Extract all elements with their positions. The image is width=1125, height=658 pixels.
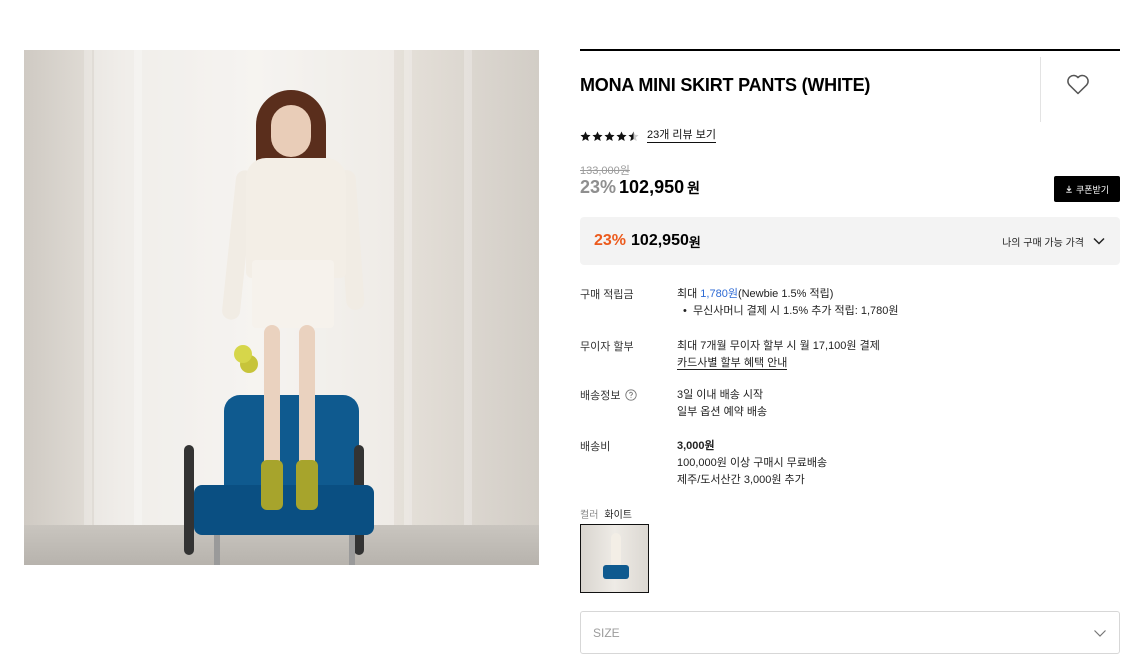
model-skirt xyxy=(252,260,334,328)
discount-rate: 23% xyxy=(580,177,617,197)
shipping-fee-amount: 3,000원 xyxy=(677,440,715,452)
shipping-fee-line: 100,000원 이상 구매시 무료배송 xyxy=(677,457,828,469)
shipping-info-body: 3일 이내 배송 시작 일부 옵션 예약 배송 xyxy=(677,387,767,421)
size-placeholder: SIZE xyxy=(593,625,620,640)
installment-link[interactable]: 카드사별 할부 혜택 안내 xyxy=(677,357,788,370)
chair-back xyxy=(224,395,359,490)
shipping-info-label-wrap: 배송정보 xyxy=(580,387,638,403)
model-leg xyxy=(299,325,315,475)
review-link[interactable]: 23개 리뷰 보기 xyxy=(647,129,716,143)
installment-text: 최대 7개월 무이자 할부 시 월 17,100원 결제 xyxy=(677,340,880,352)
curtain-fold xyxy=(134,50,142,565)
shipping-fee-line: 제주/도서산간 3,000원 추가 xyxy=(677,474,805,486)
wishlist-button[interactable] xyxy=(1066,73,1092,97)
product-main-image xyxy=(24,50,539,565)
model-face xyxy=(271,105,311,157)
shipping-fee-body: 3,000원 100,000원 이상 구매시 무료배송 제주/도서산간 3,00… xyxy=(677,438,827,489)
star-rating xyxy=(580,130,639,142)
chair-arm xyxy=(184,445,194,555)
chevron-down-icon xyxy=(1093,237,1105,245)
chair-leg xyxy=(349,535,355,565)
sale-price-row: 23% 102,950 원 xyxy=(580,177,700,198)
points-label: 구매 적립금 xyxy=(580,289,634,301)
divider xyxy=(1040,57,1041,122)
half-star-icon xyxy=(628,130,639,141)
points-suffix: (Newbie 1.5% 적립) xyxy=(737,288,834,300)
currency-unit: 원 xyxy=(687,180,700,196)
star-icon xyxy=(604,130,615,141)
shipping-info-line: 일부 옵션 예약 배송 xyxy=(677,406,768,418)
curtain-fold xyxy=(464,50,472,565)
size-select[interactable]: SIZE xyxy=(580,611,1120,654)
original-price: 133,000원 xyxy=(580,165,630,177)
currency-unit: 원 xyxy=(688,234,701,250)
shipping-info-line: 3일 이내 배송 시작 xyxy=(677,389,764,401)
installment-body: 최대 7개월 무이자 할부 시 월 17,100원 결제 카드사별 할부 혜택 … xyxy=(677,338,880,372)
model-leg xyxy=(264,325,280,475)
rating-row: 23개 리뷰 보기 xyxy=(580,129,716,143)
heart-icon xyxy=(1067,74,1089,95)
my-price-label: 나의 구매 가능 가격 xyxy=(1002,237,1084,249)
points-amount: 1,780원 xyxy=(700,288,738,300)
question-circle-icon[interactable] xyxy=(625,389,638,401)
star-icon xyxy=(592,130,603,141)
coupon-button[interactable]: 쿠폰받기 xyxy=(1054,176,1120,202)
chair-leg xyxy=(214,535,220,565)
star-icon xyxy=(616,130,627,141)
coupon-button-label: 쿠폰받기 xyxy=(1075,184,1110,195)
curtain-fold xyxy=(84,50,92,565)
thumbnail-chair xyxy=(603,565,629,579)
points-bullet: • 무신사머니 결제 시 1.5% 추가 적립: 1,780원 xyxy=(683,305,899,317)
flower xyxy=(234,345,252,363)
my-price-toggle[interactable]: 23% 102,950 원 나의 구매 가능 가격 xyxy=(580,217,1120,265)
color-row: 컬러 화이트 xyxy=(580,506,632,521)
color-option-thumbnail[interactable] xyxy=(580,524,649,593)
model-sock xyxy=(296,460,318,510)
top-divider xyxy=(580,49,1120,51)
sale-price: 102,950 xyxy=(619,177,685,197)
points-body: 최대 1,780원(Newbie 1.5% 적립) • 무신사머니 결제 시 1… xyxy=(677,286,899,320)
star-icon xyxy=(580,130,591,141)
shipping-info-label: 배송정보 xyxy=(580,390,621,402)
download-icon xyxy=(1066,185,1072,193)
color-label: 컬러 xyxy=(580,510,599,521)
my-discount-rate: 23% xyxy=(594,232,627,249)
model-sock xyxy=(261,460,283,510)
points-bullet-text: 무신사머니 결제 시 1.5% 추가 적립: 1,780원 xyxy=(692,305,899,317)
thumbnail-model xyxy=(611,533,621,568)
my-price: 102,950 xyxy=(631,232,689,249)
chevron-down-icon xyxy=(1094,629,1106,637)
curtain-fold xyxy=(404,50,412,565)
chair-seat xyxy=(194,485,374,535)
product-title: MONA MINI SKIRT PANTS (WHITE) xyxy=(580,75,871,95)
color-value: 화이트 xyxy=(604,510,633,521)
installment-label: 무이자 할부 xyxy=(580,341,634,353)
shipping-fee-label: 배송비 xyxy=(580,441,611,453)
points-prefix: 최대 xyxy=(677,288,701,300)
